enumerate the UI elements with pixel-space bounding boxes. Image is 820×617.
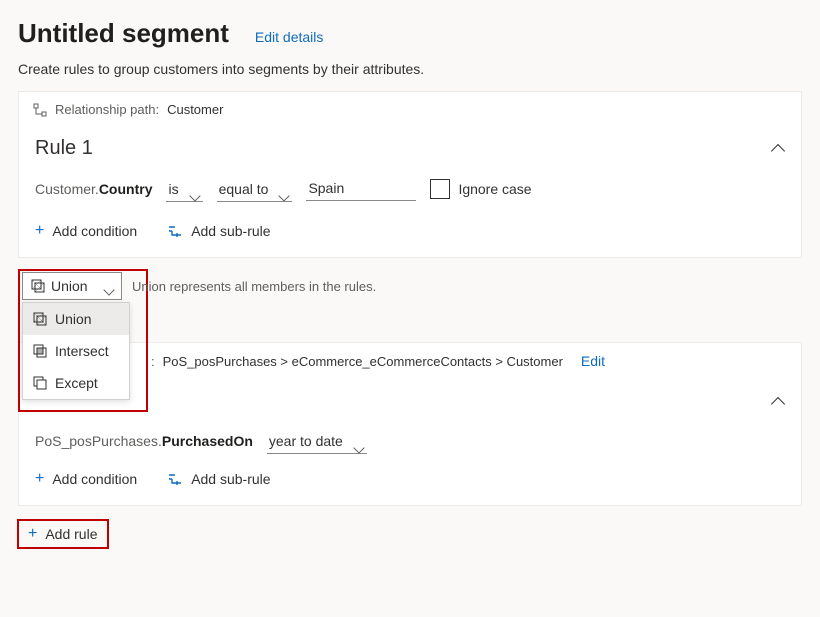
add-condition-button[interactable]: + Add condition [29, 219, 143, 243]
relationship-icon [33, 103, 47, 117]
chevron-down-icon [105, 281, 113, 297]
collapse-icon[interactable] [771, 142, 785, 156]
edit-details-link[interactable]: Edit details [255, 29, 323, 45]
condition-field[interactable]: PoS_posPurchases.PurchasedOn [35, 433, 253, 449]
date-operator-select[interactable]: year to date [267, 433, 367, 449]
rule-card-2: : PoS_posPurchases > eCommerce_eCommerce… [18, 342, 802, 506]
plus-icon: + [35, 471, 44, 487]
edit-path-link[interactable]: Edit [581, 353, 605, 369]
condition-row: Customer.Country is equal to Spain Ignor… [19, 172, 801, 215]
rule-card-1: Relationship path: Customer Rule 1 Custo… [18, 91, 802, 258]
relationship-path-value: Customer [167, 102, 223, 117]
intersect-icon [33, 344, 47, 358]
operator-select[interactable]: is [166, 181, 202, 197]
comparator-select[interactable]: equal to [217, 181, 293, 197]
condition-row: PoS_posPurchases.PurchasedOn year to dat… [19, 429, 801, 463]
rule-title: Rule 1 [35, 137, 93, 160]
set-operator-option-except[interactable]: Except [23, 367, 129, 399]
set-operator-select[interactable]: Union [22, 272, 122, 300]
ignore-case-label: Ignore case [458, 181, 531, 197]
add-rule-button[interactable]: + Add rule [18, 520, 108, 548]
collapse-icon[interactable] [771, 395, 785, 409]
subrule-icon [167, 472, 183, 486]
add-condition-button[interactable]: + Add condition [29, 467, 143, 491]
plus-icon: + [35, 223, 44, 239]
set-operator-dropdown: Union Intersect Except [22, 302, 130, 400]
union-icon [31, 279, 45, 293]
relationship-path: Relationship path: Customer [19, 92, 801, 127]
union-icon [33, 312, 47, 326]
add-sub-rule-button[interactable]: Add sub-rule [161, 219, 276, 243]
page-title: Untitled segment [18, 18, 229, 49]
relationship-path-value: PoS_posPurchases > eCommerce_eCommerceCo… [163, 354, 563, 369]
add-sub-rule-button[interactable]: Add sub-rule [161, 467, 276, 491]
subrule-icon [167, 224, 183, 238]
plus-icon: + [28, 526, 37, 542]
condition-field[interactable]: Customer.Country [35, 181, 152, 197]
value-input[interactable]: Spain [306, 176, 416, 201]
except-icon [33, 376, 47, 390]
set-operator-option-union[interactable]: Union [23, 303, 129, 335]
page-subtitle: Create rules to group customers into seg… [18, 61, 802, 77]
set-operator-option-intersect[interactable]: Intersect [23, 335, 129, 367]
set-operator-description: Union represents all members in the rule… [132, 279, 376, 294]
relationship-path-label: Relationship path: [55, 102, 159, 117]
ignore-case-checkbox[interactable] [430, 179, 450, 199]
